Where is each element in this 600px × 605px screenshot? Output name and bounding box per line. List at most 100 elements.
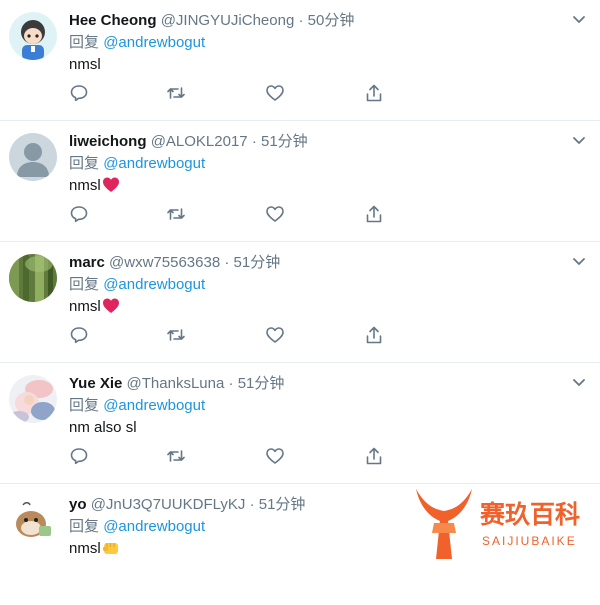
tweet-text: nm also sl xyxy=(69,418,137,438)
tweet-text-content: nmsl xyxy=(69,540,101,557)
retweet-button[interactable] xyxy=(166,325,186,345)
chevron-down-icon[interactable] xyxy=(570,252,588,270)
share-button[interactable] xyxy=(364,83,384,103)
tweet-text-content: nmsl xyxy=(69,56,101,73)
reply-prefix: 回复 xyxy=(69,518,100,535)
timestamp[interactable]: 50分钟 xyxy=(308,12,355,29)
like-button[interactable] xyxy=(265,325,285,345)
tweet-item[interactable]: marc @wxw75563638 · 51分钟 回复 @andrewbogut… xyxy=(0,242,600,363)
share-button[interactable] xyxy=(364,325,384,345)
reply-icon xyxy=(70,85,88,102)
user-handle[interactable]: @wxw75563638 xyxy=(109,254,220,271)
separator-dot: · xyxy=(228,375,234,392)
share-icon xyxy=(366,447,382,465)
reply-icon xyxy=(70,327,88,344)
user-name[interactable]: Yue Xie xyxy=(69,375,122,392)
mention-link[interactable]: @andrewbogut xyxy=(103,34,205,51)
retweet-icon xyxy=(167,87,185,99)
reply-prefix: 回复 xyxy=(69,155,100,172)
heart-icon xyxy=(266,206,284,222)
tweet-text-content: nmsl xyxy=(69,177,101,194)
tweet-text: nmsl xyxy=(69,297,120,317)
reply-context: 回复 @andrewbogut xyxy=(69,396,205,416)
heart-icon xyxy=(266,448,284,464)
tweet-text: nmsl xyxy=(69,176,120,196)
separator-dot: · xyxy=(224,254,230,271)
retweet-button[interactable] xyxy=(166,83,186,103)
chevron-down-icon[interactable] xyxy=(570,10,588,28)
reply-button[interactable] xyxy=(69,204,89,224)
user-name[interactable]: liweichong xyxy=(69,133,147,150)
user-handle[interactable]: @ThanksLuna xyxy=(127,375,225,392)
separator-dot: · xyxy=(251,133,257,150)
tweet-header: Yue Xie @ThanksLuna · 51分钟 xyxy=(69,374,284,394)
mention-link[interactable]: @andrewbogut xyxy=(103,276,205,293)
mention-link[interactable]: @andrewbogut xyxy=(103,155,205,172)
heart-icon xyxy=(266,85,284,101)
reply-prefix: 回复 xyxy=(69,397,100,414)
red-heart-emoji-icon xyxy=(102,177,119,192)
mention-link[interactable]: @andrewbogut xyxy=(103,518,205,535)
tweet-item[interactable]: liweichong @ALOKL2017 · 51分钟 回复 @andrewb… xyxy=(0,121,600,242)
reply-prefix: 回复 xyxy=(69,276,100,293)
reply-button[interactable] xyxy=(69,446,89,466)
tweet-text-content: nmsl xyxy=(69,298,101,315)
retweet-icon xyxy=(167,450,185,462)
tweet-text: nmsl xyxy=(69,539,120,559)
user-name[interactable]: Hee Cheong xyxy=(69,12,157,29)
like-button[interactable] xyxy=(265,204,285,224)
retweet-button[interactable] xyxy=(166,446,186,466)
tweet-item[interactable]: Yue Xie @ThanksLuna · 51分钟 回复 @andrewbog… xyxy=(0,363,600,484)
tweet-header: liweichong @ALOKL2017 · 51分钟 xyxy=(69,132,308,152)
share-button[interactable] xyxy=(364,204,384,224)
retweet-icon xyxy=(167,208,185,220)
watermark-logo: 赛玖百科 SAIJIUBAIKE xyxy=(410,483,600,565)
reply-context: 回复 @andrewbogut xyxy=(69,275,205,295)
like-button[interactable] xyxy=(265,446,285,466)
share-icon xyxy=(366,326,382,344)
red-heart-emoji-icon xyxy=(102,298,119,313)
user-name[interactable]: yo xyxy=(69,496,87,513)
avatar[interactable] xyxy=(9,496,57,544)
avatar[interactable] xyxy=(9,133,57,181)
tweet-item[interactable]: Hee Cheong @JINGYUJiCheong · 50分钟 回复 @an… xyxy=(0,0,600,121)
retweet-icon xyxy=(167,329,185,341)
separator-dot: · xyxy=(298,12,304,29)
fist-emoji-icon xyxy=(102,543,118,554)
retweet-button[interactable] xyxy=(166,204,186,224)
reply-button[interactable] xyxy=(69,325,89,345)
avatar[interactable] xyxy=(9,375,57,423)
reply-button[interactable] xyxy=(69,83,89,103)
user-name[interactable]: marc xyxy=(69,254,105,271)
watermark-subtitle: SAIJIUBAIKE xyxy=(482,534,577,548)
reply-prefix: 回复 xyxy=(69,34,100,51)
avatar[interactable] xyxy=(9,254,57,302)
reply-context: 回复 @andrewbogut xyxy=(69,154,205,174)
like-button[interactable] xyxy=(265,83,285,103)
share-button[interactable] xyxy=(364,446,384,466)
share-icon xyxy=(366,205,382,223)
user-handle[interactable]: @JnU3Q7UUKDFLyKJ xyxy=(91,496,246,513)
timestamp[interactable]: 51分钟 xyxy=(238,375,285,392)
chevron-down-icon[interactable] xyxy=(570,131,588,149)
whale-tail-logo-icon: 赛玖百科 SAIJIUBAIKE xyxy=(416,489,580,559)
timestamp[interactable]: 51分钟 xyxy=(261,133,308,150)
user-handle[interactable]: @JINGYUJiCheong xyxy=(161,12,295,29)
reply-icon xyxy=(70,448,88,465)
timestamp[interactable]: 51分钟 xyxy=(259,496,306,513)
tweet-header: yo @JnU3Q7UUKDFLyKJ · 51分钟 xyxy=(69,495,305,515)
separator-dot: · xyxy=(249,496,255,513)
tweet-text-content: nm also sl xyxy=(69,419,137,436)
user-handle[interactable]: @ALOKL2017 xyxy=(151,133,248,150)
reply-context: 回复 @andrewbogut xyxy=(69,517,205,537)
watermark-title: 赛玖百科 xyxy=(479,500,580,529)
tweet-header: Hee Cheong @JINGYUJiCheong · 50分钟 xyxy=(69,11,354,31)
share-icon xyxy=(366,84,382,102)
chevron-down-icon[interactable] xyxy=(570,373,588,391)
reply-context: 回复 @andrewbogut xyxy=(69,33,205,53)
tweet-text: nmsl xyxy=(69,55,101,75)
timestamp[interactable]: 51分钟 xyxy=(234,254,281,271)
mention-link[interactable]: @andrewbogut xyxy=(103,397,205,414)
avatar[interactable] xyxy=(9,12,57,60)
reply-icon xyxy=(70,206,88,223)
